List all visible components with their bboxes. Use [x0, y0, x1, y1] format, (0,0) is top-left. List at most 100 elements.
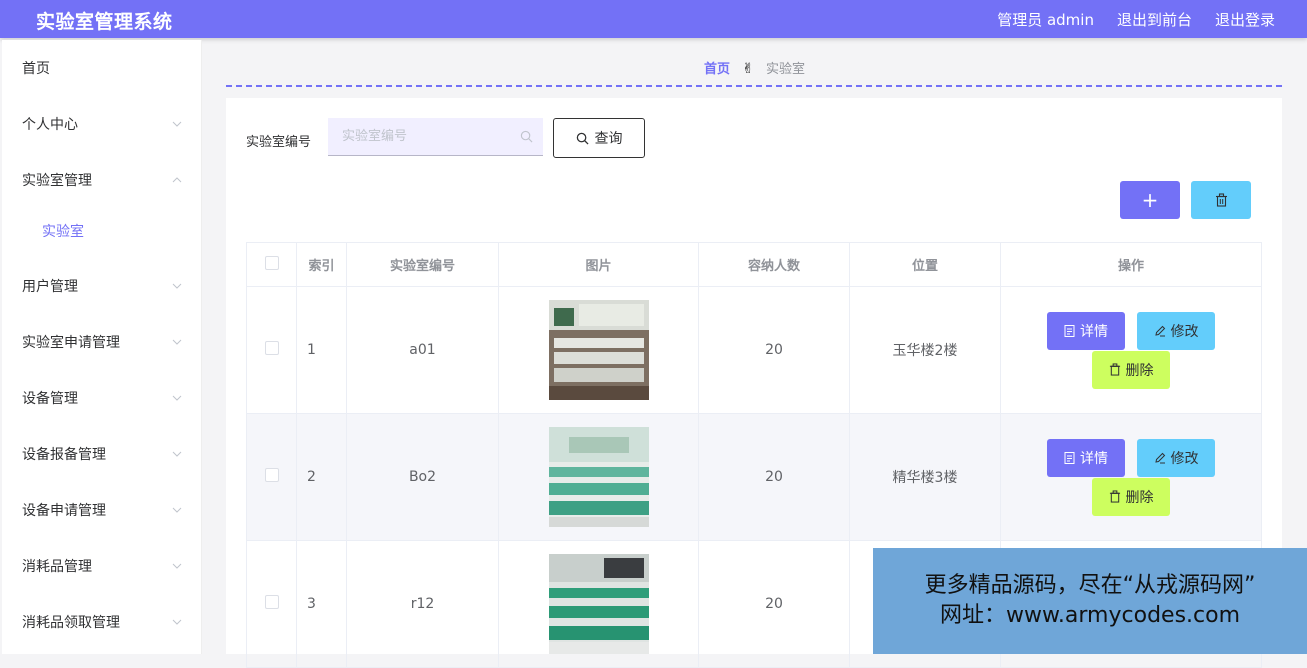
sidebar-item-equipment-reports[interactable]: 设备报备管理	[2, 426, 202, 482]
index-cell: 2	[296, 413, 347, 541]
sidebar-item-lab[interactable]: 实验室	[2, 203, 202, 259]
column-header: 操作	[1000, 242, 1262, 287]
delete-button[interactable]: 删除	[1092, 477, 1170, 516]
index-cell: 3	[296, 540, 347, 668]
app-title: 实验室管理系统	[36, 11, 173, 33]
top-bar: 实验室管理系统 管理员 admin 退出到前台 退出登录	[0, 0, 1307, 38]
delete-button[interactable]: 删除	[1092, 350, 1170, 389]
select-all-checkbox[interactable]	[264, 255, 279, 270]
table-row: 2 Bo2 20 精华楼3楼 详情 修改 删除	[246, 413, 1262, 541]
plus-icon: +	[1141, 188, 1159, 212]
edit-button[interactable]: 修改	[1137, 438, 1215, 477]
chevron-down-icon	[172, 451, 182, 457]
table-header-row: 索引 实验室编号 图片 容纳人数 位置 操作	[246, 242, 1262, 287]
detail-button[interactable]: 详情	[1047, 311, 1125, 350]
breadcrumb: 首页 ✌ 实验室	[202, 58, 1307, 77]
lab-photo[interactable]	[548, 554, 649, 654]
admin-label: 管理员 admin	[997, 11, 1094, 29]
checkbox-cell	[246, 413, 297, 541]
sidebar-item-label: 实验室	[42, 224, 84, 240]
row-actions: 详情 修改 删除	[1031, 438, 1231, 516]
trash-icon	[1109, 363, 1120, 376]
column-header: 位置	[849, 242, 1001, 287]
chevron-down-icon	[172, 283, 182, 289]
search-input[interactable]	[342, 118, 512, 154]
capacity-cell: 20	[698, 540, 850, 668]
delete-button-label: 删除	[1125, 362, 1154, 379]
watermark-line-2: 网址：www.armycodes.com	[939, 603, 1241, 628]
actions-cell: 详情 修改 删除	[1000, 286, 1262, 414]
code-cell: a01	[346, 286, 499, 414]
edit-button-label: 修改	[1170, 450, 1199, 467]
sidebar-item-equipment[interactable]: 设备管理	[2, 370, 202, 426]
delete-button-label: 删除	[1125, 489, 1154, 506]
search-icon	[520, 130, 533, 143]
checkbox-cell	[246, 286, 297, 414]
breadcrumb-divider	[226, 85, 1282, 87]
select-all-cell	[246, 242, 297, 287]
hand-icon: ✌	[742, 61, 754, 77]
batch-delete-button[interactable]	[1191, 181, 1251, 219]
image-cell	[498, 413, 699, 541]
header-actions: 管理员 admin 退出到前台 退出登录	[997, 9, 1275, 30]
breadcrumb-home[interactable]: 首页	[704, 62, 730, 77]
actions-cell: 详情 修改 删除	[1000, 413, 1262, 541]
front-link[interactable]: 退出到前台	[1117, 9, 1192, 30]
table-row: 1 a01 20 玉华楼2楼 详情 修改 删除	[246, 286, 1262, 414]
lab-photo[interactable]	[548, 300, 649, 400]
row-checkbox[interactable]	[264, 595, 279, 609]
chevron-down-icon	[172, 339, 182, 345]
sidebar-item-lab-management[interactable]: 实验室管理	[2, 152, 202, 208]
image-cell	[498, 540, 699, 668]
sidebar-item-profile[interactable]: 个人中心	[2, 96, 202, 152]
sidebar-item-lab-applications[interactable]: 实验室申请管理	[2, 314, 202, 370]
sidebar-item-consumable-claims[interactable]: 消耗品领取管理	[2, 594, 202, 650]
sidebar-item-label: 个人中心	[22, 117, 78, 133]
edit-button-label: 修改	[1170, 323, 1199, 340]
document-icon	[1064, 324, 1075, 337]
column-header: 图片	[498, 242, 699, 287]
sidebar-item-label: 设备报备管理	[22, 447, 106, 463]
breadcrumb-current: 实验室	[766, 62, 806, 77]
lab-photo[interactable]	[548, 427, 649, 527]
column-header: 容纳人数	[698, 242, 850, 287]
sidebar-item-label: 实验室管理	[22, 173, 92, 189]
sidebar-item-equipment-applications[interactable]: 设备申请管理	[2, 482, 202, 538]
index-cell: 1	[296, 286, 347, 414]
chevron-down-icon	[172, 619, 182, 625]
edit-icon	[1154, 325, 1165, 336]
document-icon	[1064, 451, 1075, 464]
row-actions: 详情 修改 删除	[1031, 311, 1231, 389]
search-field	[328, 118, 543, 156]
edit-button[interactable]: 修改	[1137, 311, 1215, 350]
image-cell	[498, 286, 699, 414]
location-cell: 玉华楼2楼	[849, 286, 1001, 414]
detail-button-label: 详情	[1080, 323, 1108, 340]
query-button-label: 查询	[594, 131, 623, 147]
search-label: 实验室编号	[246, 135, 312, 150]
detail-button-label: 详情	[1080, 450, 1108, 467]
detail-button[interactable]: 详情	[1047, 438, 1125, 477]
add-button[interactable]: +	[1120, 181, 1180, 219]
logout-link[interactable]: 退出登录	[1215, 9, 1275, 30]
sidebar-item-users[interactable]: 用户管理	[2, 258, 202, 314]
chevron-down-icon	[172, 563, 182, 569]
sidebar: 首页 个人中心 实验室管理 实验室 用户管理 实验室申请管理 设备管理 设备报备…	[2, 40, 202, 654]
sidebar-item-label: 消耗品管理	[22, 559, 92, 575]
code-cell: Bo2	[346, 413, 499, 541]
query-button[interactable]: 查询	[553, 118, 645, 158]
sidebar-item-consumables[interactable]: 消耗品管理	[2, 538, 202, 594]
capacity-cell: 20	[698, 286, 850, 414]
sidebar-item-label: 用户管理	[22, 279, 78, 295]
sidebar-item-home[interactable]: 首页	[2, 40, 202, 96]
chevron-down-icon	[172, 507, 182, 513]
trash-icon	[1215, 193, 1227, 207]
row-checkbox[interactable]	[264, 468, 279, 482]
sidebar-item-label: 首页	[22, 61, 50, 77]
row-checkbox[interactable]	[264, 341, 279, 355]
sidebar-item-label: 设备申请管理	[22, 503, 106, 519]
checkbox-cell	[246, 540, 297, 668]
code-cell: r12	[346, 540, 499, 668]
column-header: 实验室编号	[346, 242, 499, 287]
watermark-banner: 更多精品源码，尽在“从戎源码网” 网址：www.armycodes.com	[873, 548, 1307, 654]
